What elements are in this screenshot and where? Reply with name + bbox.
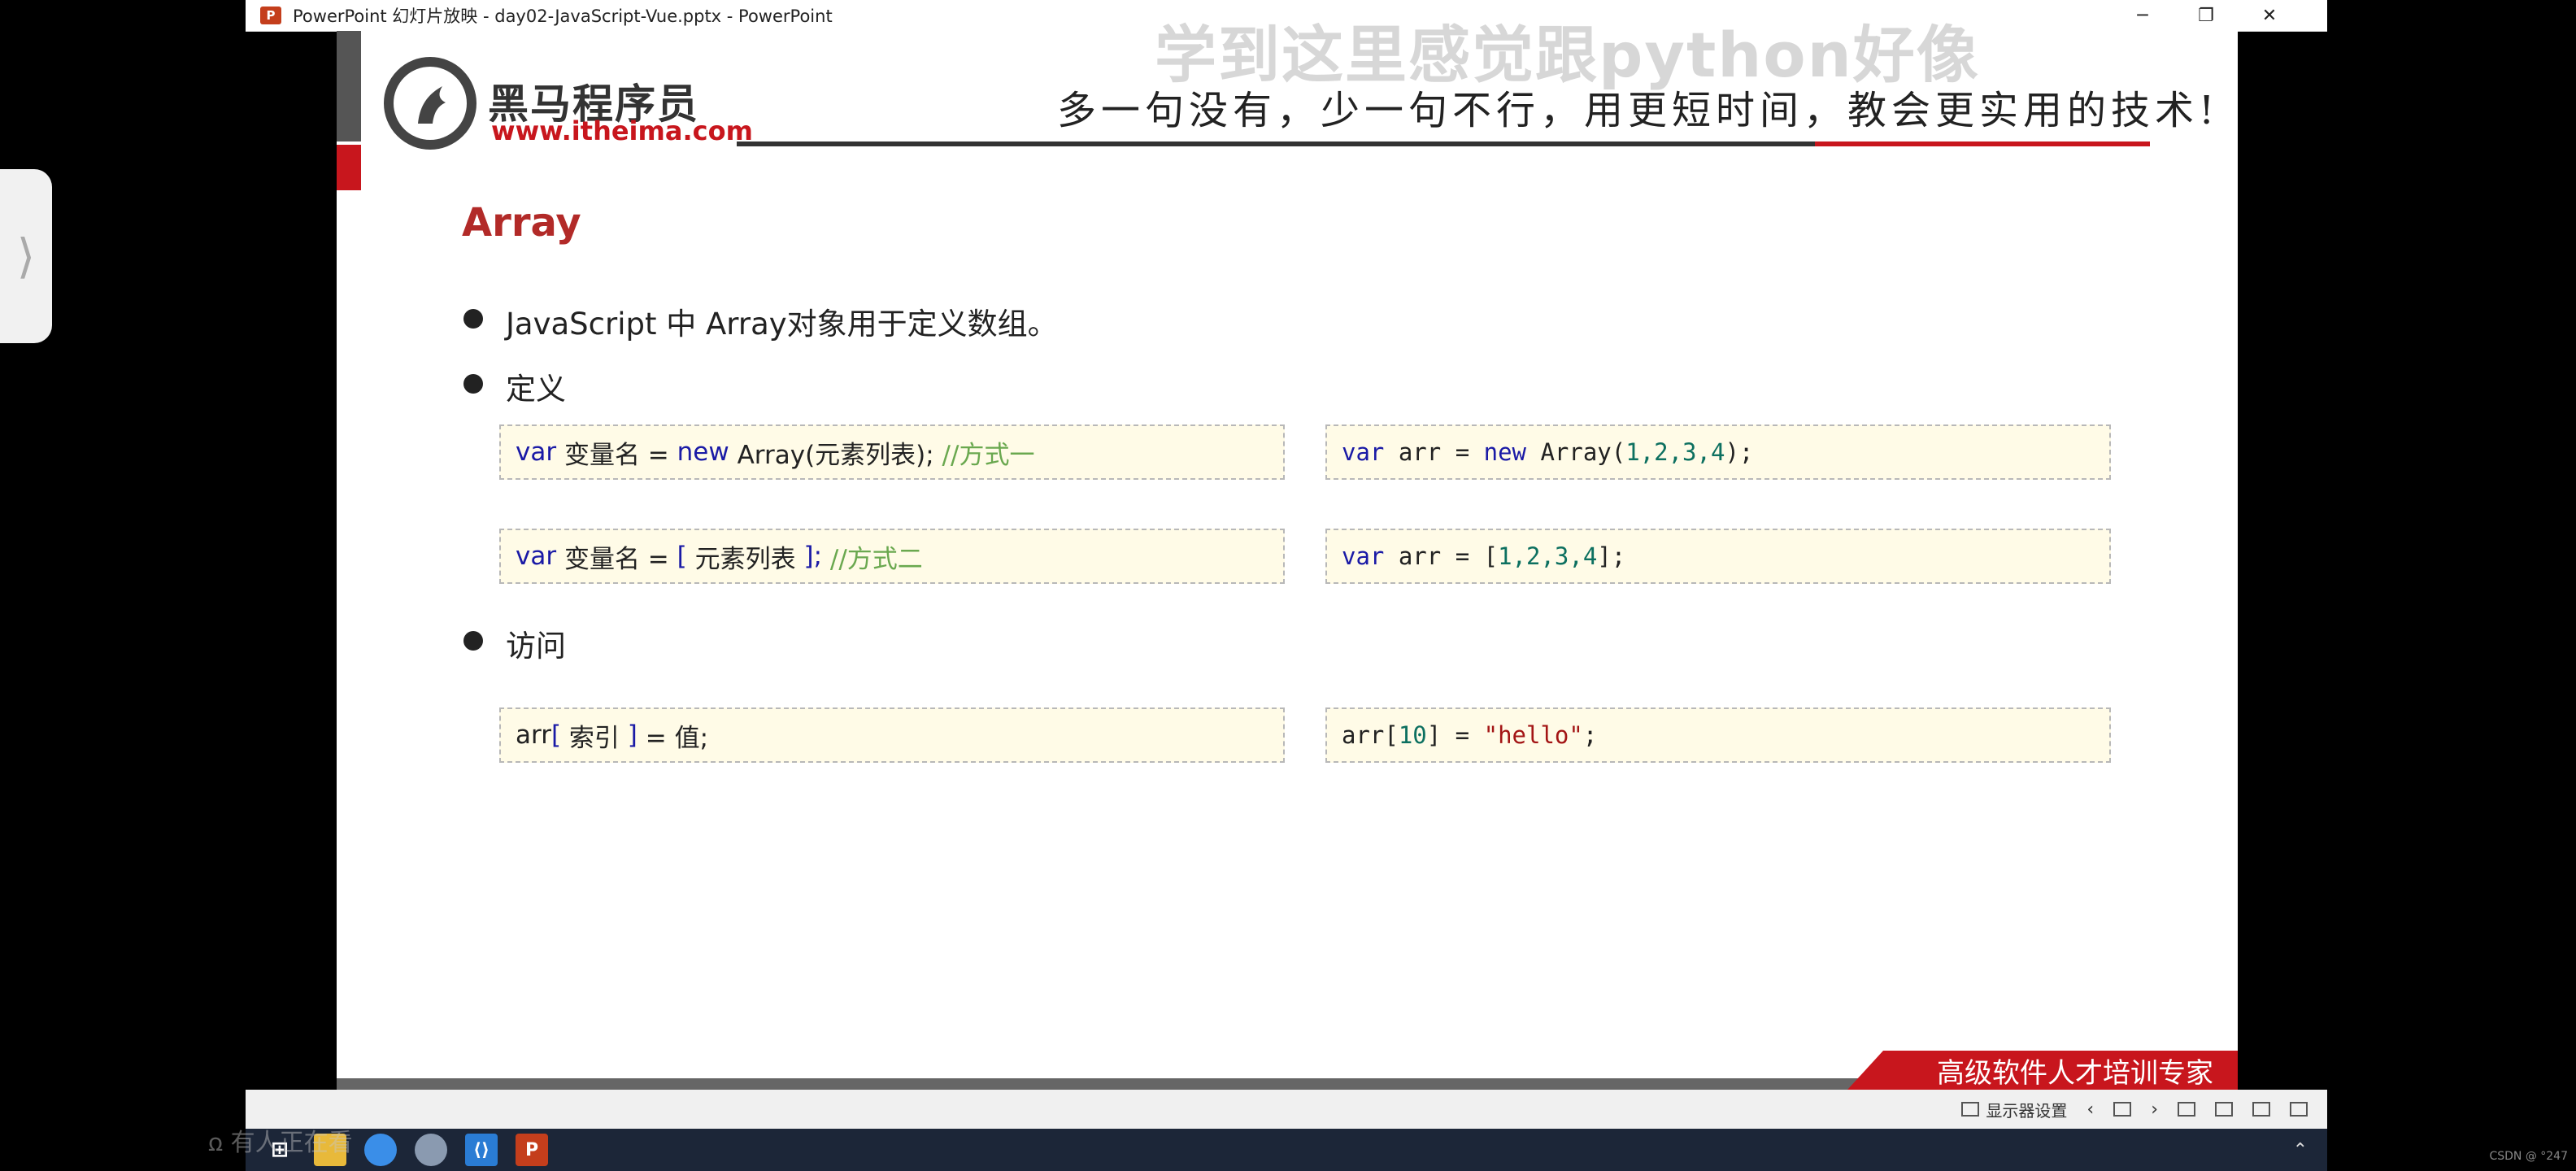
chevron-right-icon: ⟩ — [16, 229, 36, 284]
slide-decor-red-bar — [337, 145, 361, 190]
code-text: arr = [ — [1384, 542, 1499, 570]
bullet-icon — [463, 309, 483, 329]
code-keyword: var — [516, 542, 557, 571]
vscode-icon[interactable]: ⟨⟩ — [465, 1134, 498, 1166]
slideshow-statusbar: 显示器设置 ‹ › — [246, 1090, 2327, 1129]
code-keyword: var — [1342, 438, 1385, 466]
system-tray-chevron-icon[interactable]: ⌃ — [2293, 1140, 2308, 1160]
code-text: 变量名 = — [556, 544, 677, 574]
code-text: ] = — [1426, 721, 1484, 749]
slideshow-icon[interactable] — [2252, 1102, 2270, 1117]
code-text: = 值; — [637, 723, 709, 753]
code-text: 元素列表 — [686, 544, 804, 574]
code-keyword: var — [516, 437, 557, 467]
viewer-overlay-text: ꭥ 有人正在看 — [208, 1129, 353, 1157]
horse-logo-icon — [384, 57, 476, 150]
logo-url: www.itheima.com — [491, 115, 753, 146]
code-text: arr = — [1384, 438, 1484, 466]
code-box-example-1: var arr = new Array( 1,2,3,4 ); — [1325, 424, 2111, 480]
code-text: 索引 — [561, 723, 628, 753]
chrome-browser-icon[interactable] — [364, 1134, 397, 1166]
code-string: "hello" — [1483, 721, 1583, 749]
close-button[interactable]: ✕ — [2238, 0, 2301, 31]
code-bracket: [ — [677, 542, 687, 571]
bullet-icon — [463, 631, 483, 651]
next-icon[interactable]: › — [2151, 1099, 2158, 1120]
display-settings-label: 显示器设置 — [1986, 1100, 2068, 1121]
monitor-icon — [1961, 1102, 1980, 1117]
minimize-button[interactable]: ─ — [2111, 0, 2174, 31]
corner-watermark: CSDN @ °247 — [2489, 1150, 2568, 1163]
slide-sorter-icon[interactable] — [2215, 1102, 2233, 1117]
code-bracket: [ — [550, 720, 562, 750]
code-box-access-2: arr[ 10 ] = "hello" ; — [1325, 707, 2111, 763]
bullet-comment-overlay: 学到这里感觉跟python好像 — [1155, 19, 1980, 91]
code-box-example-2: var arr = [ 1,2,3,4 ]; — [1325, 529, 2111, 584]
code-number: 1,2,3,4 — [1498, 542, 1598, 570]
code-box-access-1: arr [ 索引 ] = 值; — [499, 707, 1285, 763]
powerpoint-app-icon: P — [260, 7, 281, 24]
code-bracket: ] — [627, 720, 637, 750]
app-icon[interactable] — [415, 1134, 447, 1166]
slide-decor-gray-bar — [337, 31, 361, 141]
code-bracket: ]; — [803, 542, 823, 571]
code-text: arr — [516, 720, 551, 750]
header-divider — [737, 141, 1818, 146]
bullet-definition: 定义 — [506, 372, 566, 407]
horse-head-icon — [418, 86, 446, 124]
code-comment: //方式二 — [822, 544, 923, 574]
code-text: ); — [1725, 438, 1754, 466]
side-panel-toggle[interactable]: ⟩ — [0, 169, 52, 343]
bullet-icon — [463, 374, 483, 394]
windows-taskbar: ⊞ ⟨⟩ P ⌃ — [246, 1129, 2327, 1171]
restore-button[interactable]: ❐ — [2174, 0, 2238, 31]
code-text: ; — [1582, 721, 1598, 749]
bullet-access: 访问 — [506, 629, 566, 664]
code-comment: //方式一 — [933, 440, 1035, 470]
powerpoint-taskbar-icon[interactable]: P — [516, 1134, 548, 1166]
bullet-intro: JavaScript 中 Array对象用于定义数组。 — [506, 307, 1058, 342]
code-keyword: new — [1483, 438, 1526, 466]
header-divider-accent — [1815, 141, 2150, 146]
slide-title: Array — [462, 200, 581, 246]
code-number: 1,2,3,4 — [1625, 438, 1725, 466]
slide-footer-tagline: 高级软件人才培训专家 — [1847, 1051, 2238, 1090]
code-text: arr[ — [1342, 721, 1399, 749]
code-number: 10 — [1398, 721, 1427, 749]
window-title: PowerPoint 幻灯片放映 - day02-JavaScript-Vue.… — [293, 7, 833, 26]
code-box-definition-2: var 变量名 = [ 元素列表 ]; //方式二 — [499, 529, 1285, 584]
slide: 黑马程序员 www.itheima.com 多一句没有，少一句不行，用更短时间，… — [337, 31, 2238, 1090]
normal-view-icon[interactable] — [2113, 1102, 2132, 1117]
code-text: Array( — [1526, 438, 1626, 466]
code-text: ]; — [1597, 542, 1626, 570]
presenter-icon[interactable] — [2290, 1102, 2308, 1117]
code-keyword: var — [1342, 542, 1385, 570]
code-text: Array(元素列表); — [729, 440, 934, 470]
previous-icon[interactable]: ‹ — [2086, 1099, 2094, 1120]
reading-view-icon[interactable] — [2178, 1102, 2195, 1117]
code-text: 变量名 = — [556, 440, 677, 470]
code-keyword: new — [677, 437, 729, 467]
display-settings-button[interactable]: 显示器设置 — [1961, 1098, 2067, 1121]
code-box-definition-1: var 变量名 = new Array(元素列表); //方式一 — [499, 424, 1285, 480]
